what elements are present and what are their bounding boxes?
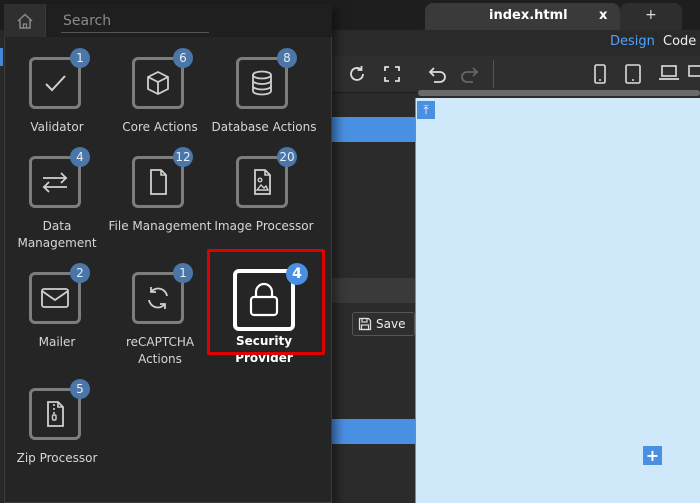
- tab-index-html[interactable]: index.html x: [425, 3, 620, 30]
- toolbar-divider: [493, 60, 494, 88]
- save-icon: [358, 317, 372, 331]
- database-icon: [252, 70, 272, 96]
- home-icon: [16, 12, 33, 29]
- design-canvas[interactable]: [415, 98, 700, 503]
- left-toolbar: [332, 56, 415, 93]
- envelope-icon: [41, 288, 69, 308]
- refresh-icon: [148, 287, 168, 309]
- check-icon: [45, 75, 66, 92]
- count-badge: 6: [173, 48, 193, 68]
- cube-icon: [147, 70, 169, 96]
- selected-row[interactable]: [332, 419, 415, 444]
- add-element-icon[interactable]: +: [643, 446, 662, 465]
- laptop-view-icon[interactable]: [658, 64, 680, 82]
- phone-view-icon[interactable]: [593, 63, 607, 85]
- tab-close-button[interactable]: x: [599, 8, 607, 23]
- count-badge: 5: [70, 379, 90, 399]
- transfer-arrows-icon: [42, 172, 68, 193]
- new-tab-label: +: [645, 7, 657, 23]
- count-badge: 4: [70, 147, 90, 167]
- redo-icon[interactable]: [460, 64, 482, 84]
- zip-file-icon: [47, 401, 64, 427]
- count-badge: 1: [173, 263, 193, 283]
- action-label: Mailer: [38, 335, 76, 349]
- tab-title: index.html: [489, 8, 568, 23]
- view-toggle-bar: Design Code: [415, 30, 700, 55]
- action-label: Validator: [30, 120, 84, 134]
- save-label: Save: [376, 317, 406, 331]
- action-label: File Management: [108, 219, 212, 233]
- side-accent: [0, 48, 3, 66]
- new-tab-button[interactable]: +: [620, 3, 682, 30]
- count-badge: 8: [277, 48, 297, 68]
- horizontal-scrollbar[interactable]: [418, 90, 700, 96]
- right-toolbar: [415, 56, 700, 93]
- design-view-button[interactable]: Design: [610, 34, 655, 49]
- count-badge: 2: [70, 263, 90, 283]
- selected-row[interactable]: [332, 117, 415, 142]
- action-label: Image Processor: [214, 219, 314, 233]
- selection-highlight: [207, 249, 325, 355]
- file-icon: [150, 169, 167, 195]
- image-file-icon: [254, 169, 271, 195]
- count-badge: 12: [173, 147, 193, 167]
- desktop-view-icon[interactable]: [687, 64, 700, 82]
- action-label: Data Management: [17, 219, 97, 250]
- section-header: [332, 278, 415, 303]
- tablet-view-icon[interactable]: [625, 63, 641, 85]
- home-button[interactable]: [4, 4, 46, 37]
- search-input[interactable]: [61, 10, 209, 33]
- fullscreen-icon[interactable]: [382, 64, 402, 84]
- count-badge: 20: [277, 147, 297, 167]
- action-label: reCAPTCHA Actions: [125, 335, 195, 366]
- action-label: Database Actions: [211, 120, 317, 134]
- save-button[interactable]: Save: [352, 312, 415, 336]
- select-parent-icon[interactable]: ⤒: [417, 101, 435, 119]
- count-badge: 1: [70, 48, 90, 68]
- action-label: Zip Processor: [16, 451, 98, 465]
- refresh-icon[interactable]: [347, 64, 367, 84]
- code-view-button[interactable]: Code: [663, 34, 696, 49]
- action-label: Core Actions: [122, 120, 198, 134]
- undo-icon[interactable]: [425, 64, 447, 84]
